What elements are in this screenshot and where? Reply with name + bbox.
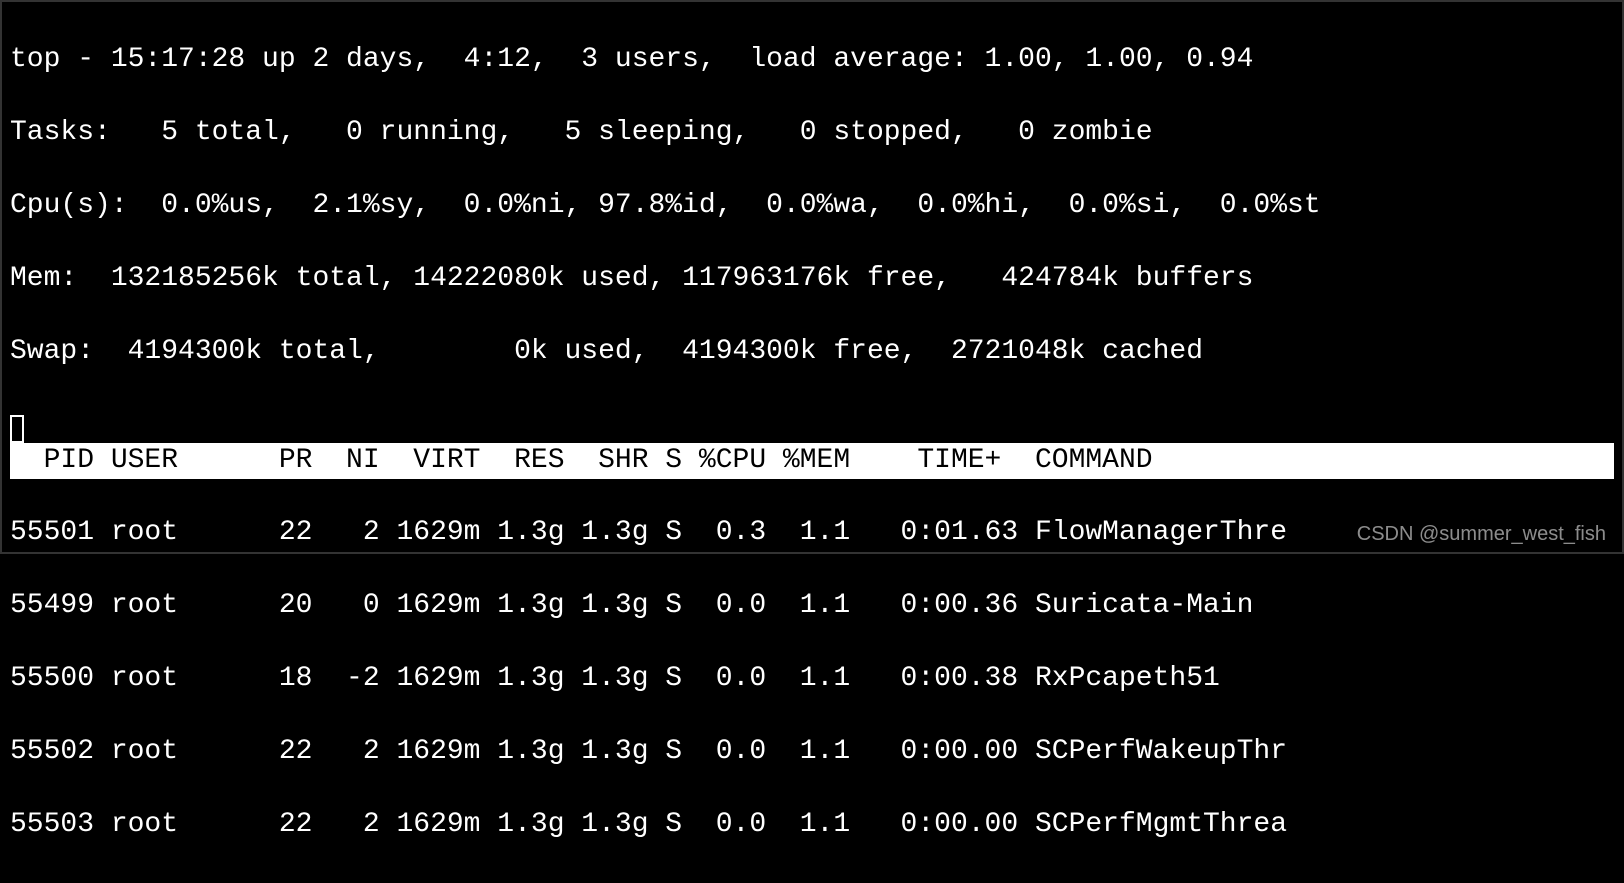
top-summary-tasks: Tasks: 5 total, 0 running, 5 sleeping, 0… (10, 115, 1614, 151)
top-summary-cpu: Cpu(s): 0.0%us, 2.1%sy, 0.0%ni, 97.8%id,… (10, 188, 1614, 224)
top-summary-swap: Swap: 4194300k total, 0k used, 4194300k … (10, 334, 1614, 370)
terminal-output: top - 15:17:28 up 2 days, 4:12, 3 users,… (2, 2, 1622, 883)
terminal-cursor (10, 415, 24, 443)
process-row[interactable]: 55503 root 22 2 1629m 1.3g 1.3g S 0.0 1.… (10, 807, 1614, 843)
top-summary-mem: Mem: 132185256k total, 14222080k used, 1… (10, 261, 1614, 297)
process-table-header[interactable]: PID USER PR NI VIRT RES SHR S %CPU %MEM … (10, 443, 1614, 479)
process-row[interactable]: 55502 root 22 2 1629m 1.3g 1.3g S 0.0 1.… (10, 734, 1614, 770)
top-summary-uptime: top - 15:17:28 up 2 days, 4:12, 3 users,… (10, 42, 1614, 78)
process-row[interactable]: 55500 root 18 -2 1629m 1.3g 1.3g S 0.0 1… (10, 661, 1614, 697)
watermark-text: CSDN @summer_west_fish (1357, 523, 1606, 546)
process-row[interactable]: 55499 root 20 0 1629m 1.3g 1.3g S 0.0 1.… (10, 588, 1614, 624)
